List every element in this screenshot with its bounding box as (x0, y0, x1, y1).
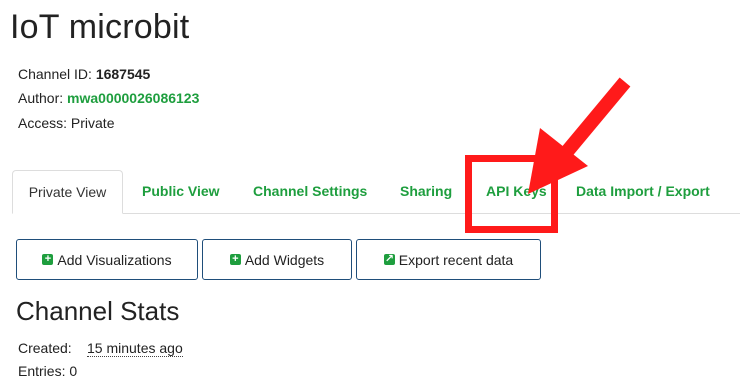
add-widgets-button[interactable]: + Add Widgets (202, 239, 352, 280)
channel-author: Author: mwa0000026086123 (18, 90, 199, 106)
author-link[interactable]: mwa0000026086123 (67, 90, 199, 106)
tab-private-view[interactable]: Private View (12, 170, 123, 214)
access-label: Access: (18, 115, 68, 131)
tab-channel-settings[interactable]: Channel Settings (253, 170, 367, 213)
channel-id-value: 1687545 (95, 66, 151, 82)
created-value: 15 minutes ago (87, 340, 183, 357)
add-visualizations-label: Add Visualizations (57, 251, 172, 268)
export-recent-data-button[interactable]: ↗ Export recent data (356, 239, 541, 280)
created-stat: Created: 15 minutes ago (18, 340, 183, 357)
channel-id: Channel ID: 1687545 (18, 66, 150, 82)
page-title: IoT microbit (10, 8, 190, 46)
created-label: Created: (18, 340, 72, 356)
add-visualizations-button[interactable]: + Add Visualizations (16, 239, 198, 280)
entries-label: Entries: (18, 363, 66, 379)
entries-value: 0 (69, 363, 78, 379)
channel-stats-heading: Channel Stats (16, 296, 180, 326)
entries-stat: Entries: 0 (18, 363, 77, 379)
external-link-icon: ↗ (383, 253, 395, 265)
tab-sharing[interactable]: Sharing (400, 170, 452, 213)
tab-public-view[interactable]: Public View (142, 170, 220, 213)
add-widgets-label: Add Widgets (244, 251, 325, 268)
plus-icon: + (42, 254, 54, 265)
channel-id-label: Channel ID: (18, 66, 92, 82)
author-label: Author: (18, 90, 64, 106)
annotation-arrow-icon (528, 77, 631, 194)
plus-icon: + (229, 254, 241, 265)
channel-access: Access: Private (18, 115, 114, 131)
access-value: Private (70, 115, 115, 131)
export-recent-data-label: Export recent data (398, 251, 514, 268)
